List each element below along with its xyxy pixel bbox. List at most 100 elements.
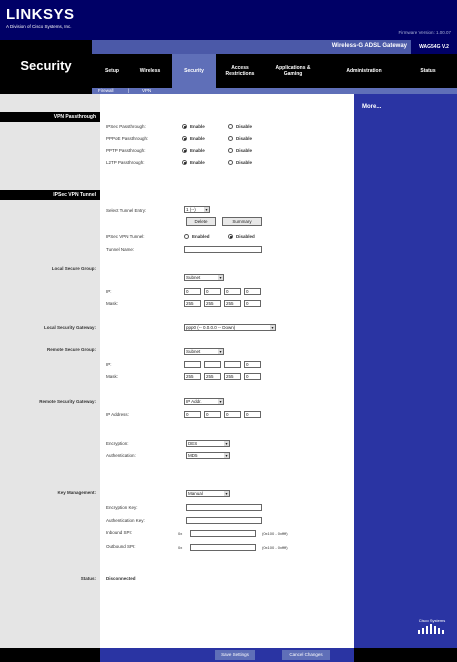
remote-ip-octet-4[interactable]: 0 bbox=[244, 361, 261, 368]
outbound-spi-prefix: 0x bbox=[178, 545, 183, 550]
tunnel-disabled-radio[interactable] bbox=[228, 234, 233, 239]
remote-security-gateway-label: Remote Security Gateway: bbox=[39, 399, 96, 404]
local-ip-label: IP: bbox=[106, 289, 112, 294]
pppoe-passthrough-disable-radio[interactable] bbox=[228, 136, 233, 141]
ipsec-passthrough-disable-label: Disable bbox=[236, 124, 253, 129]
tunnel-name-label: Tunnel Name: bbox=[106, 247, 135, 252]
tunnel-disabled-label: Disabled bbox=[236, 234, 255, 239]
top-header: LINKSYS A Division of Cisco Systems, Inc… bbox=[0, 0, 457, 40]
remote-gateway-ip-octet-1[interactable]: 0 bbox=[184, 411, 201, 418]
remote-gateway-type-dropdown[interactable]: IP Addr. bbox=[184, 398, 224, 405]
local-group-type-dropdown[interactable]: Subnet bbox=[184, 274, 224, 281]
local-gateway-dropdown[interactable]: ppp0 (-- 0.0.0.0 -- Down) bbox=[184, 324, 276, 331]
ipsec-passthrough-disable-radio[interactable] bbox=[228, 124, 233, 129]
inbound-spi-input[interactable] bbox=[190, 530, 256, 537]
remote-mask-octet-1[interactable]: 255 bbox=[184, 373, 201, 380]
ipsec-passthrough-label: IPSec Passthrough: bbox=[106, 124, 146, 129]
remote-ip-label: IP: bbox=[106, 362, 112, 367]
tunnel-enabled-label: Enabled bbox=[192, 234, 210, 239]
l2tp-passthrough-enable-radio[interactable] bbox=[182, 160, 187, 165]
page-title: Security bbox=[20, 58, 72, 73]
local-mask-octet-2[interactable]: 255 bbox=[204, 300, 221, 307]
subtab-separator: | bbox=[128, 88, 130, 93]
tab-wireless[interactable]: Wireless bbox=[130, 54, 170, 88]
pppoe-passthrough-enable-radio[interactable] bbox=[182, 136, 187, 141]
remote-secure-group-label: Remote Secure Group: bbox=[46, 347, 96, 352]
delete-button[interactable]: Delete bbox=[186, 217, 216, 226]
tab-security[interactable]: Security bbox=[172, 54, 216, 88]
more-link[interactable]: More... bbox=[362, 104, 381, 110]
l2tp-passthrough-disable-label: Disable bbox=[236, 160, 253, 165]
local-mask-octet-4[interactable]: 0 bbox=[244, 300, 261, 307]
tunnel-enabled-radio[interactable] bbox=[184, 234, 189, 239]
remote-gateway-ip-octet-4[interactable]: 0 bbox=[244, 411, 261, 418]
remote-gateway-ip-label: IP Address: bbox=[106, 412, 129, 417]
remote-group-type-dropdown[interactable]: Subnet bbox=[184, 348, 224, 355]
firmware-version: Firmware Version: 1.00.07 bbox=[398, 30, 451, 35]
key-management-dropdown[interactable]: Manual bbox=[186, 490, 230, 497]
ipsec-passthrough-enable-radio[interactable] bbox=[182, 124, 187, 129]
encryption-dropdown[interactable]: DES bbox=[186, 440, 230, 447]
pptp-passthrough-disable-radio[interactable] bbox=[228, 148, 233, 153]
cancel-changes-button[interactable]: Cancel Changes bbox=[282, 650, 330, 660]
local-ip-octet-2[interactable]: 0 bbox=[204, 288, 221, 295]
subtab-vpn[interactable]: VPN bbox=[142, 88, 151, 94]
pptp-passthrough-enable-label: Enable bbox=[190, 148, 205, 153]
local-security-gateway-label: Local Security Gateway: bbox=[43, 325, 96, 330]
cisco-systems-logo: Cisco Systems bbox=[414, 618, 450, 640]
remote-ip-octet-3[interactable] bbox=[224, 361, 241, 368]
remote-mask-octet-2[interactable]: 255 bbox=[204, 373, 221, 380]
save-settings-button[interactable]: Save Settings bbox=[215, 650, 255, 660]
tab-applications-gaming[interactable]: Applications & Gaming bbox=[268, 54, 318, 88]
remote-gateway-ip-octet-3[interactable]: 0 bbox=[224, 411, 241, 418]
encryption-key-input[interactable] bbox=[186, 504, 262, 511]
authentication-key-input[interactable] bbox=[186, 517, 262, 524]
outbound-spi-range: (0x100 - 0xffff) bbox=[262, 545, 288, 550]
local-mask-octet-3[interactable]: 255 bbox=[224, 300, 241, 307]
left-column bbox=[0, 94, 100, 648]
inbound-spi-prefix: 0x bbox=[178, 531, 183, 536]
product-name: Wireless-G ADSL Gateway bbox=[331, 43, 407, 49]
pppoe-passthrough-disable-label: Disable bbox=[236, 136, 253, 141]
tab-administration[interactable]: Administration bbox=[332, 54, 396, 88]
key-management-label: Key Management: bbox=[57, 490, 96, 495]
model-number: WAG54G V.2 bbox=[411, 40, 457, 54]
summary-button[interactable]: Summary bbox=[222, 217, 262, 226]
logo-subtitle: A Division of Cisco Systems, Inc. bbox=[6, 24, 72, 29]
remote-mask-octet-3[interactable]: 255 bbox=[224, 373, 241, 380]
tab-setup[interactable]: Setup bbox=[94, 54, 130, 88]
tab-access-restrictions[interactable]: Access Restrictions bbox=[218, 54, 262, 88]
cisco-bridge-icon bbox=[418, 624, 444, 634]
select-tunnel-dropdown[interactable]: 1 (--) bbox=[184, 206, 210, 213]
l2tp-passthrough-disable-radio[interactable] bbox=[228, 160, 233, 165]
pptp-passthrough-enable-radio[interactable] bbox=[182, 148, 187, 153]
remote-ip-octet-2[interactable] bbox=[204, 361, 221, 368]
status-value: Disconnected bbox=[106, 576, 136, 581]
vpn-passthrough-header: VPN Passthrough bbox=[0, 112, 100, 122]
local-mask-octet-1[interactable]: 255 bbox=[184, 300, 201, 307]
remote-mask-label: Mask: bbox=[106, 374, 119, 379]
local-mask-label: Mask: bbox=[106, 301, 119, 306]
subtab-firewall[interactable]: Firewall bbox=[98, 88, 114, 94]
inbound-spi-label: Inbound SPI: bbox=[106, 530, 133, 535]
local-ip-octet-3[interactable]: 0 bbox=[224, 288, 241, 295]
authentication-label: Authentication: bbox=[106, 453, 136, 458]
l2tp-passthrough-label: L2TP Passthrough: bbox=[106, 160, 145, 165]
linksys-logo: LINKSYS bbox=[6, 6, 75, 23]
tunnel-name-input[interactable] bbox=[184, 246, 262, 253]
pppoe-passthrough-label: PPPoE Passthrough: bbox=[106, 136, 149, 141]
local-secure-group-label: Local Secure Group: bbox=[51, 266, 96, 271]
authentication-key-label: Authentication Key: bbox=[106, 518, 145, 523]
remote-ip-octet-1[interactable] bbox=[184, 361, 201, 368]
inbound-spi-range: (0x100 - 0xffff) bbox=[262, 531, 288, 536]
authentication-dropdown[interactable]: MD5 bbox=[186, 452, 230, 459]
tab-status[interactable]: Status bbox=[402, 54, 454, 88]
local-ip-octet-4[interactable]: 0 bbox=[244, 288, 261, 295]
pppoe-passthrough-enable-label: Enable bbox=[190, 136, 205, 141]
local-ip-octet-1[interactable]: 0 bbox=[184, 288, 201, 295]
remote-mask-octet-4[interactable]: 0 bbox=[244, 373, 261, 380]
pptp-passthrough-disable-label: Disable bbox=[236, 148, 253, 153]
ipsec-tunnel-header: IPSec VPN Tunnel bbox=[0, 190, 100, 200]
remote-gateway-ip-octet-2[interactable]: 0 bbox=[204, 411, 221, 418]
outbound-spi-input[interactable] bbox=[190, 544, 256, 551]
